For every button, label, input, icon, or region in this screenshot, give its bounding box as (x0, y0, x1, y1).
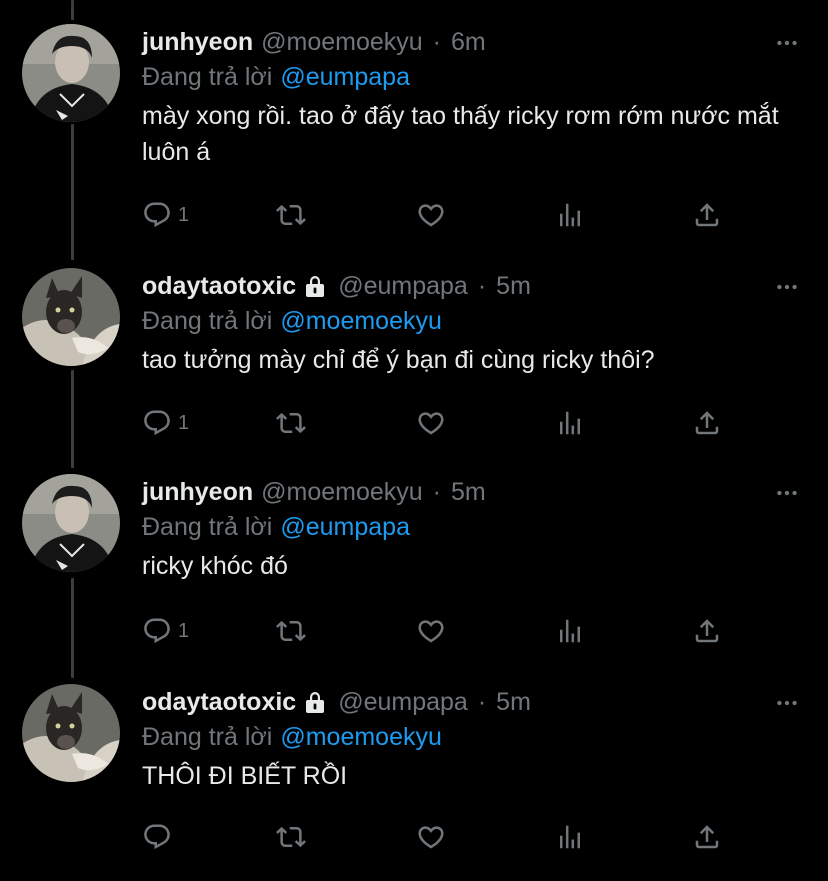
replying-to-label: Đang trả lời (142, 63, 273, 91)
mention-link[interactable]: @moemoekyu (280, 723, 442, 751)
display-name[interactable]: junhyeon (142, 28, 253, 57)
reply-button[interactable]: 1 (142, 200, 189, 230)
tweet-actions: 1 (142, 200, 732, 230)
tweet-actions (142, 822, 732, 852)
reply-count: 1 (178, 411, 190, 434)
share-icon (692, 408, 722, 438)
retweet-button[interactable] (276, 616, 306, 646)
reply-icon (142, 200, 172, 230)
tweet[interactable]: junhyeon @moemoekyu · 6m Đang trả lời @eu… (0, 24, 828, 244)
like-icon (416, 616, 446, 646)
mention-link[interactable]: @eumpapa (280, 513, 410, 541)
tweet-text: tao tưởng mày chỉ để ý bạn đi cùng ricky… (142, 346, 655, 374)
replying-to: Đang trả lời @moemoekyu (142, 307, 442, 336)
timestamp[interactable]: 5m (451, 478, 486, 507)
more-icon[interactable] (774, 480, 800, 506)
share-button[interactable] (692, 200, 722, 230)
separator-dot: · (477, 687, 487, 716)
tweet-text: mày xong rồi. tao ở đấy tao thấy ricky r… (142, 102, 779, 166)
thread-line-top (71, 0, 74, 20)
tweet-text: THÔI ĐI BIẾT RỒI (142, 762, 348, 790)
retweet-icon (276, 616, 306, 646)
user-handle[interactable]: @moemoekyu (261, 478, 423, 507)
tweet[interactable]: odaytaotoxic @eumpapa · 5m Đang trả lời @… (0, 268, 828, 458)
tweet-actions: 1 (142, 408, 732, 438)
retweet-button[interactable] (276, 822, 306, 852)
retweet-button[interactable] (276, 200, 306, 230)
like-button[interactable] (416, 616, 446, 646)
share-icon (692, 200, 722, 230)
share-button[interactable] (692, 408, 722, 438)
analytics-button[interactable] (555, 408, 585, 438)
replying-to-label: Đang trả lời (142, 307, 273, 335)
like-button[interactable] (416, 822, 446, 852)
analytics-button[interactable] (555, 822, 585, 852)
analytics-icon (555, 408, 585, 438)
share-icon (692, 616, 722, 646)
tweet-header: odaytaotoxic @eumpapa · 5m (142, 684, 531, 720)
retweet-button[interactable] (276, 408, 306, 438)
replying-to-label: Đang trả lời (142, 723, 273, 751)
reply-button[interactable] (142, 822, 178, 852)
replying-to: Đang trả lời @moemoekyu (142, 723, 442, 752)
tweet-header: junhyeon @moemoekyu · 6m (142, 24, 486, 60)
tweet-text: ricky khóc đó (142, 552, 288, 580)
reply-button[interactable]: 1 (142, 408, 189, 438)
separator-dot: · (477, 271, 487, 300)
like-button[interactable] (416, 408, 446, 438)
user-handle[interactable]: @eumpapa (338, 272, 468, 301)
display-name[interactable]: junhyeon (142, 478, 253, 507)
replying-to: Đang trả lời @eumpapa (142, 63, 410, 92)
separator-dot: · (432, 27, 441, 56)
person-avatar[interactable] (22, 24, 120, 122)
share-button[interactable] (692, 822, 722, 852)
mention-link[interactable]: @eumpapa (280, 63, 410, 91)
mention-link[interactable]: @moemoekyu (280, 307, 442, 335)
lock-icon (304, 274, 326, 298)
analytics-icon (555, 822, 585, 852)
like-icon (416, 408, 446, 438)
more-icon[interactable] (774, 274, 800, 300)
tweet-header: junhyeon @moemoekyu · 5m (142, 474, 486, 510)
replying-to-label: Đang trả lời (142, 513, 273, 541)
person-avatar[interactable] (22, 474, 120, 572)
reply-count: 1 (178, 203, 190, 226)
analytics-icon (555, 200, 585, 230)
reply-icon (142, 616, 172, 646)
reply-button[interactable]: 1 (142, 616, 189, 646)
tweet-actions: 1 (142, 616, 732, 646)
tweet[interactable]: odaytaotoxic @eumpapa · 5m Đang trả lời @… (0, 684, 828, 874)
reply-icon (142, 822, 172, 852)
reply-icon (142, 408, 172, 438)
dog-avatar[interactable] (22, 268, 120, 366)
like-icon (416, 822, 446, 852)
dog-avatar[interactable] (22, 684, 120, 782)
retweet-icon (276, 200, 306, 230)
like-icon (416, 200, 446, 230)
retweet-icon (276, 822, 306, 852)
tweet[interactable]: junhyeon @moemoekyu · 5m Đang trả lời @eu… (0, 474, 828, 664)
user-handle[interactable]: @moemoekyu (261, 28, 423, 57)
more-icon[interactable] (774, 30, 800, 56)
share-button[interactable] (692, 616, 722, 646)
reply-count: 1 (178, 619, 190, 642)
share-icon (692, 822, 722, 852)
timestamp[interactable]: 5m (496, 688, 531, 717)
timestamp[interactable]: 5m (496, 272, 531, 301)
analytics-button[interactable] (555, 616, 585, 646)
display-name[interactable]: odaytaotoxic (142, 272, 296, 301)
analytics-icon (555, 616, 585, 646)
user-handle[interactable]: @eumpapa (338, 688, 468, 717)
lock-icon (304, 690, 326, 714)
more-icon[interactable] (774, 690, 800, 716)
separator-dot: · (432, 477, 441, 506)
retweet-icon (276, 408, 306, 438)
tweet-header: odaytaotoxic @eumpapa · 5m (142, 268, 531, 304)
display-name[interactable]: odaytaotoxic (142, 688, 296, 717)
analytics-button[interactable] (555, 200, 585, 230)
timestamp[interactable]: 6m (451, 28, 486, 57)
like-button[interactable] (416, 200, 446, 230)
replying-to: Đang trả lời @eumpapa (142, 513, 410, 542)
